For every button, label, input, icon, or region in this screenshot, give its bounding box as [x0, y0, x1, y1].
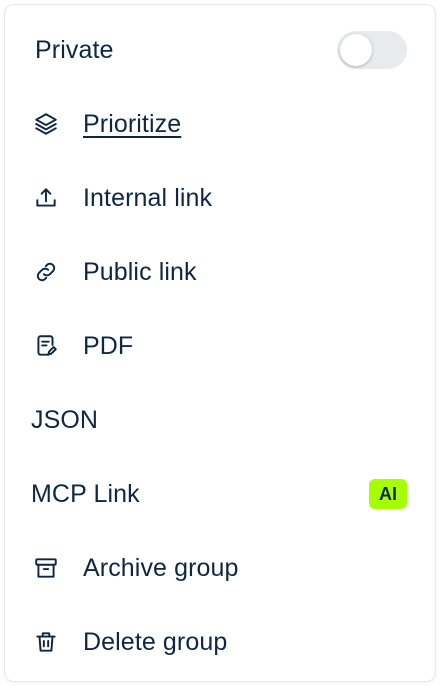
toggle-knob [340, 34, 372, 66]
menu-item-label: Public link [83, 257, 197, 286]
ai-badge: AI [369, 479, 407, 509]
menu-item-mcp-link[interactable]: MCP Link AI [5, 457, 435, 531]
group-options-menu: Private Prioritize Internal link Public … [4, 4, 436, 682]
menu-item-label: Internal link [83, 183, 213, 212]
menu-item-label: PDF [83, 331, 134, 360]
private-toggle-row[interactable]: Private [5, 13, 435, 87]
private-label: Private [35, 35, 114, 64]
menu-item-prioritize[interactable]: Prioritize [5, 87, 435, 161]
menu-item-label: MCP Link [31, 479, 140, 508]
document-icon [31, 331, 61, 361]
menu-item-archive-group[interactable]: Archive group [5, 531, 435, 605]
menu-item-json[interactable]: JSON [5, 383, 435, 457]
link-icon [31, 257, 61, 287]
menu-item-label: JSON [31, 405, 99, 434]
layers-icon [31, 109, 61, 139]
menu-item-label: Prioritize [83, 109, 182, 138]
menu-item-public-link[interactable]: Public link [5, 235, 435, 309]
menu-item-internal-link[interactable]: Internal link [5, 161, 435, 235]
archive-icon [31, 553, 61, 583]
menu-item-label: Delete group [83, 627, 228, 656]
menu-item-pdf[interactable]: PDF [5, 309, 435, 383]
upload-icon [31, 183, 61, 213]
menu-item-label: Archive group [83, 553, 239, 582]
menu-item-delete-group[interactable]: Delete group [5, 605, 435, 679]
trash-icon [31, 627, 61, 657]
private-toggle[interactable] [337, 31, 407, 69]
